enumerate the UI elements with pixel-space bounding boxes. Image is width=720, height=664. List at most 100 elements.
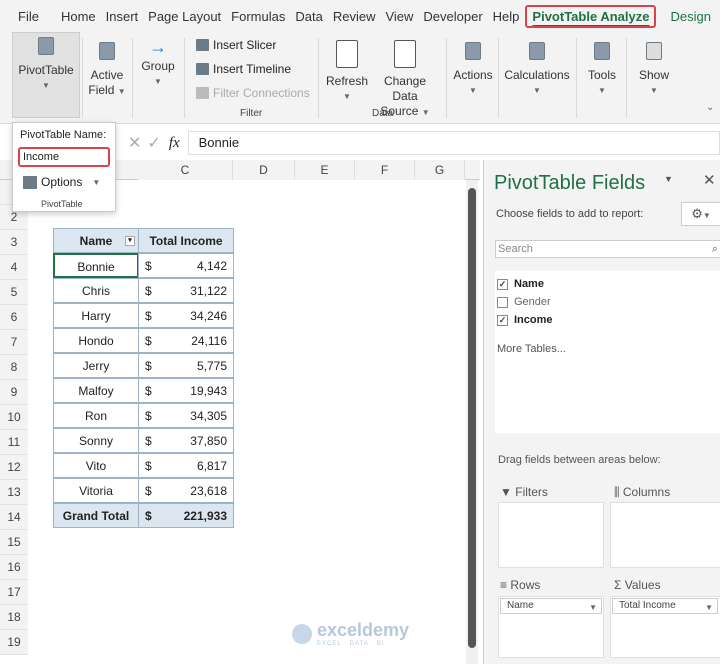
filter-dropdown-icon[interactable]: ▾ bbox=[125, 236, 135, 246]
label: Ron bbox=[84, 409, 107, 423]
pivot-name-cell[interactable]: Grand Total bbox=[53, 503, 139, 528]
pivot-value-cell[interactable]: $34,246 bbox=[138, 303, 234, 328]
field-name[interactable]: ✓ Name bbox=[497, 275, 719, 293]
enter-icon[interactable]: ✓ bbox=[147, 133, 160, 153]
tab-developer[interactable]: Developer bbox=[419, 9, 486, 24]
pivot-name-cell[interactable]: Chris bbox=[53, 278, 139, 303]
column-header-f[interactable]: F bbox=[355, 160, 415, 180]
field-income[interactable]: ✓ Income bbox=[497, 311, 719, 329]
checkbox-checked[interactable]: ✓ bbox=[497, 278, 508, 290]
field-gender[interactable]: Gender bbox=[497, 293, 719, 311]
pivot-value-cell[interactable]: $5,775 bbox=[138, 353, 234, 378]
pivot-name-cell[interactable]: Malfoy bbox=[53, 378, 139, 403]
tab-home[interactable]: Home bbox=[57, 9, 100, 24]
pivot-value-cell[interactable]: $31,122 bbox=[138, 278, 234, 303]
currency-symbol: $ bbox=[145, 334, 152, 348]
tab-help[interactable]: Help bbox=[489, 9, 524, 24]
tab-view[interactable]: View bbox=[381, 9, 417, 24]
row-header[interactable]: 15 bbox=[0, 530, 28, 555]
pane-options-chevron-icon[interactable]: ▼ bbox=[664, 174, 673, 184]
column-header-g[interactable]: G bbox=[415, 160, 465, 180]
pivot-value-cell[interactable]: $23,618 bbox=[138, 478, 234, 503]
pivot-value-cell[interactable]: $221,933 bbox=[138, 503, 234, 528]
row-header[interactable]: 13 bbox=[0, 480, 28, 505]
refresh-button[interactable]: Refresh ▼ bbox=[326, 38, 368, 104]
row-header[interactable]: 12 bbox=[0, 455, 28, 480]
tab-file[interactable]: File bbox=[14, 9, 43, 24]
field-search-input[interactable]: Search ⌕ bbox=[495, 240, 720, 258]
tab-review[interactable]: Review bbox=[329, 9, 380, 24]
column-header-d[interactable]: D bbox=[233, 160, 295, 180]
calculations-button[interactable]: Calculations ▼ bbox=[504, 38, 570, 98]
settings-gear-button[interactable]: ⚙▼ bbox=[681, 202, 720, 226]
pivot-name-cell[interactable]: Vitoria bbox=[53, 478, 139, 503]
row-header[interactable]: 3 bbox=[0, 230, 28, 255]
checkbox-unchecked[interactable] bbox=[497, 296, 508, 308]
show-button[interactable]: Show ▼ bbox=[634, 38, 674, 98]
row-header[interactable]: 5 bbox=[0, 280, 28, 305]
pivottable-button[interactable]: PivotTable ▼ bbox=[12, 32, 80, 118]
filter-connections-button[interactable]: Filter Connections bbox=[196, 86, 310, 100]
insert-slicer-button[interactable]: Insert Slicer bbox=[196, 38, 276, 52]
row-header[interactable]: 18 bbox=[0, 605, 28, 630]
row-header[interactable]: 19 bbox=[0, 630, 28, 655]
more-tables-link[interactable]: More Tables... bbox=[495, 333, 720, 365]
tab-data[interactable]: Data bbox=[291, 9, 326, 24]
group-label-pivottable: PivotTable bbox=[41, 199, 83, 209]
pivottable-name-input[interactable]: Income bbox=[18, 147, 110, 167]
rows-field-name[interactable]: Name ▼ bbox=[500, 598, 602, 614]
label: Field bbox=[88, 83, 115, 97]
pivot-value-cell[interactable]: $6,817 bbox=[138, 453, 234, 478]
insert-timeline-button[interactable]: Insert Timeline bbox=[196, 62, 291, 76]
row-header[interactable]: 4 bbox=[0, 255, 28, 280]
formula-input[interactable]: Bonnie bbox=[187, 131, 720, 155]
pivot-value-cell[interactable]: $4,142 bbox=[138, 253, 234, 278]
total-income-header[interactable]: Total Income bbox=[138, 228, 234, 253]
pivot-name-cell[interactable]: Hondo bbox=[53, 328, 139, 353]
checkbox-checked[interactable]: ✓ bbox=[497, 314, 508, 326]
row-header[interactable]: 11 bbox=[0, 430, 28, 455]
column-header-e[interactable]: E bbox=[295, 160, 355, 180]
row-header[interactable]: 9 bbox=[0, 380, 28, 405]
close-icon[interactable]: ✕ bbox=[703, 171, 716, 189]
cancel-icon[interactable]: ✕ bbox=[128, 133, 141, 153]
pivot-name-cell[interactable]: Harry bbox=[53, 303, 139, 328]
values-field-total-income[interactable]: Total Income ▼ bbox=[612, 598, 718, 614]
pivot-name-cell[interactable]: Bonnie bbox=[53, 253, 139, 278]
column-header-c[interactable]: C bbox=[138, 160, 233, 180]
row-header[interactable]: 8 bbox=[0, 355, 28, 380]
pivot-value-cell[interactable]: $24,116 bbox=[138, 328, 234, 353]
scrollbar-thumb[interactable] bbox=[468, 188, 476, 648]
active-field-button[interactable]: Active Field ▼ bbox=[86, 38, 128, 99]
tab-design[interactable]: Design bbox=[666, 9, 714, 24]
row-header[interactable]: 16 bbox=[0, 555, 28, 580]
pivot-name-cell[interactable]: Ron bbox=[53, 403, 139, 428]
group-button[interactable]: → Group ▼ bbox=[138, 38, 178, 89]
row-header[interactable]: 7 bbox=[0, 330, 28, 355]
collapse-ribbon-icon[interactable]: ⌄ bbox=[706, 102, 714, 113]
row-header[interactable]: 10 bbox=[0, 405, 28, 430]
tools-button[interactable]: Tools ▼ bbox=[584, 38, 620, 98]
vertical-scrollbar[interactable] bbox=[466, 180, 478, 664]
filters-drop-area[interactable] bbox=[498, 502, 604, 568]
pivot-value-cell[interactable]: $37,850 bbox=[138, 428, 234, 453]
tab-insert[interactable]: Insert bbox=[102, 9, 143, 24]
row-header[interactable]: 6 bbox=[0, 305, 28, 330]
actions-button[interactable]: Actions ▼ bbox=[452, 38, 494, 98]
columns-drop-area[interactable] bbox=[610, 502, 720, 568]
pivot-name-cell[interactable]: Sonny bbox=[53, 428, 139, 453]
pivot-name-cell[interactable]: Vito bbox=[53, 453, 139, 478]
tab-pivottable-analyze[interactable]: PivotTable Analyze bbox=[525, 4, 657, 28]
tab-page-layout[interactable]: Page Layout bbox=[144, 9, 225, 24]
insert-function-button[interactable]: fx bbox=[169, 135, 180, 152]
tab-formulas[interactable]: Formulas bbox=[227, 9, 289, 24]
row-labels-header[interactable]: Name ▾ bbox=[53, 228, 139, 253]
sigma-icon: Σ bbox=[614, 578, 622, 592]
row-header[interactable]: 17 bbox=[0, 580, 28, 605]
options-button[interactable]: Options ▼ bbox=[23, 175, 100, 189]
pivot-name-cell[interactable]: Jerry bbox=[53, 353, 139, 378]
row-header[interactable]: 14 bbox=[0, 505, 28, 530]
pivot-value-cell[interactable]: $34,305 bbox=[138, 403, 234, 428]
pivot-value-cell[interactable]: $19,943 bbox=[138, 378, 234, 403]
value: 19,943 bbox=[190, 384, 227, 398]
